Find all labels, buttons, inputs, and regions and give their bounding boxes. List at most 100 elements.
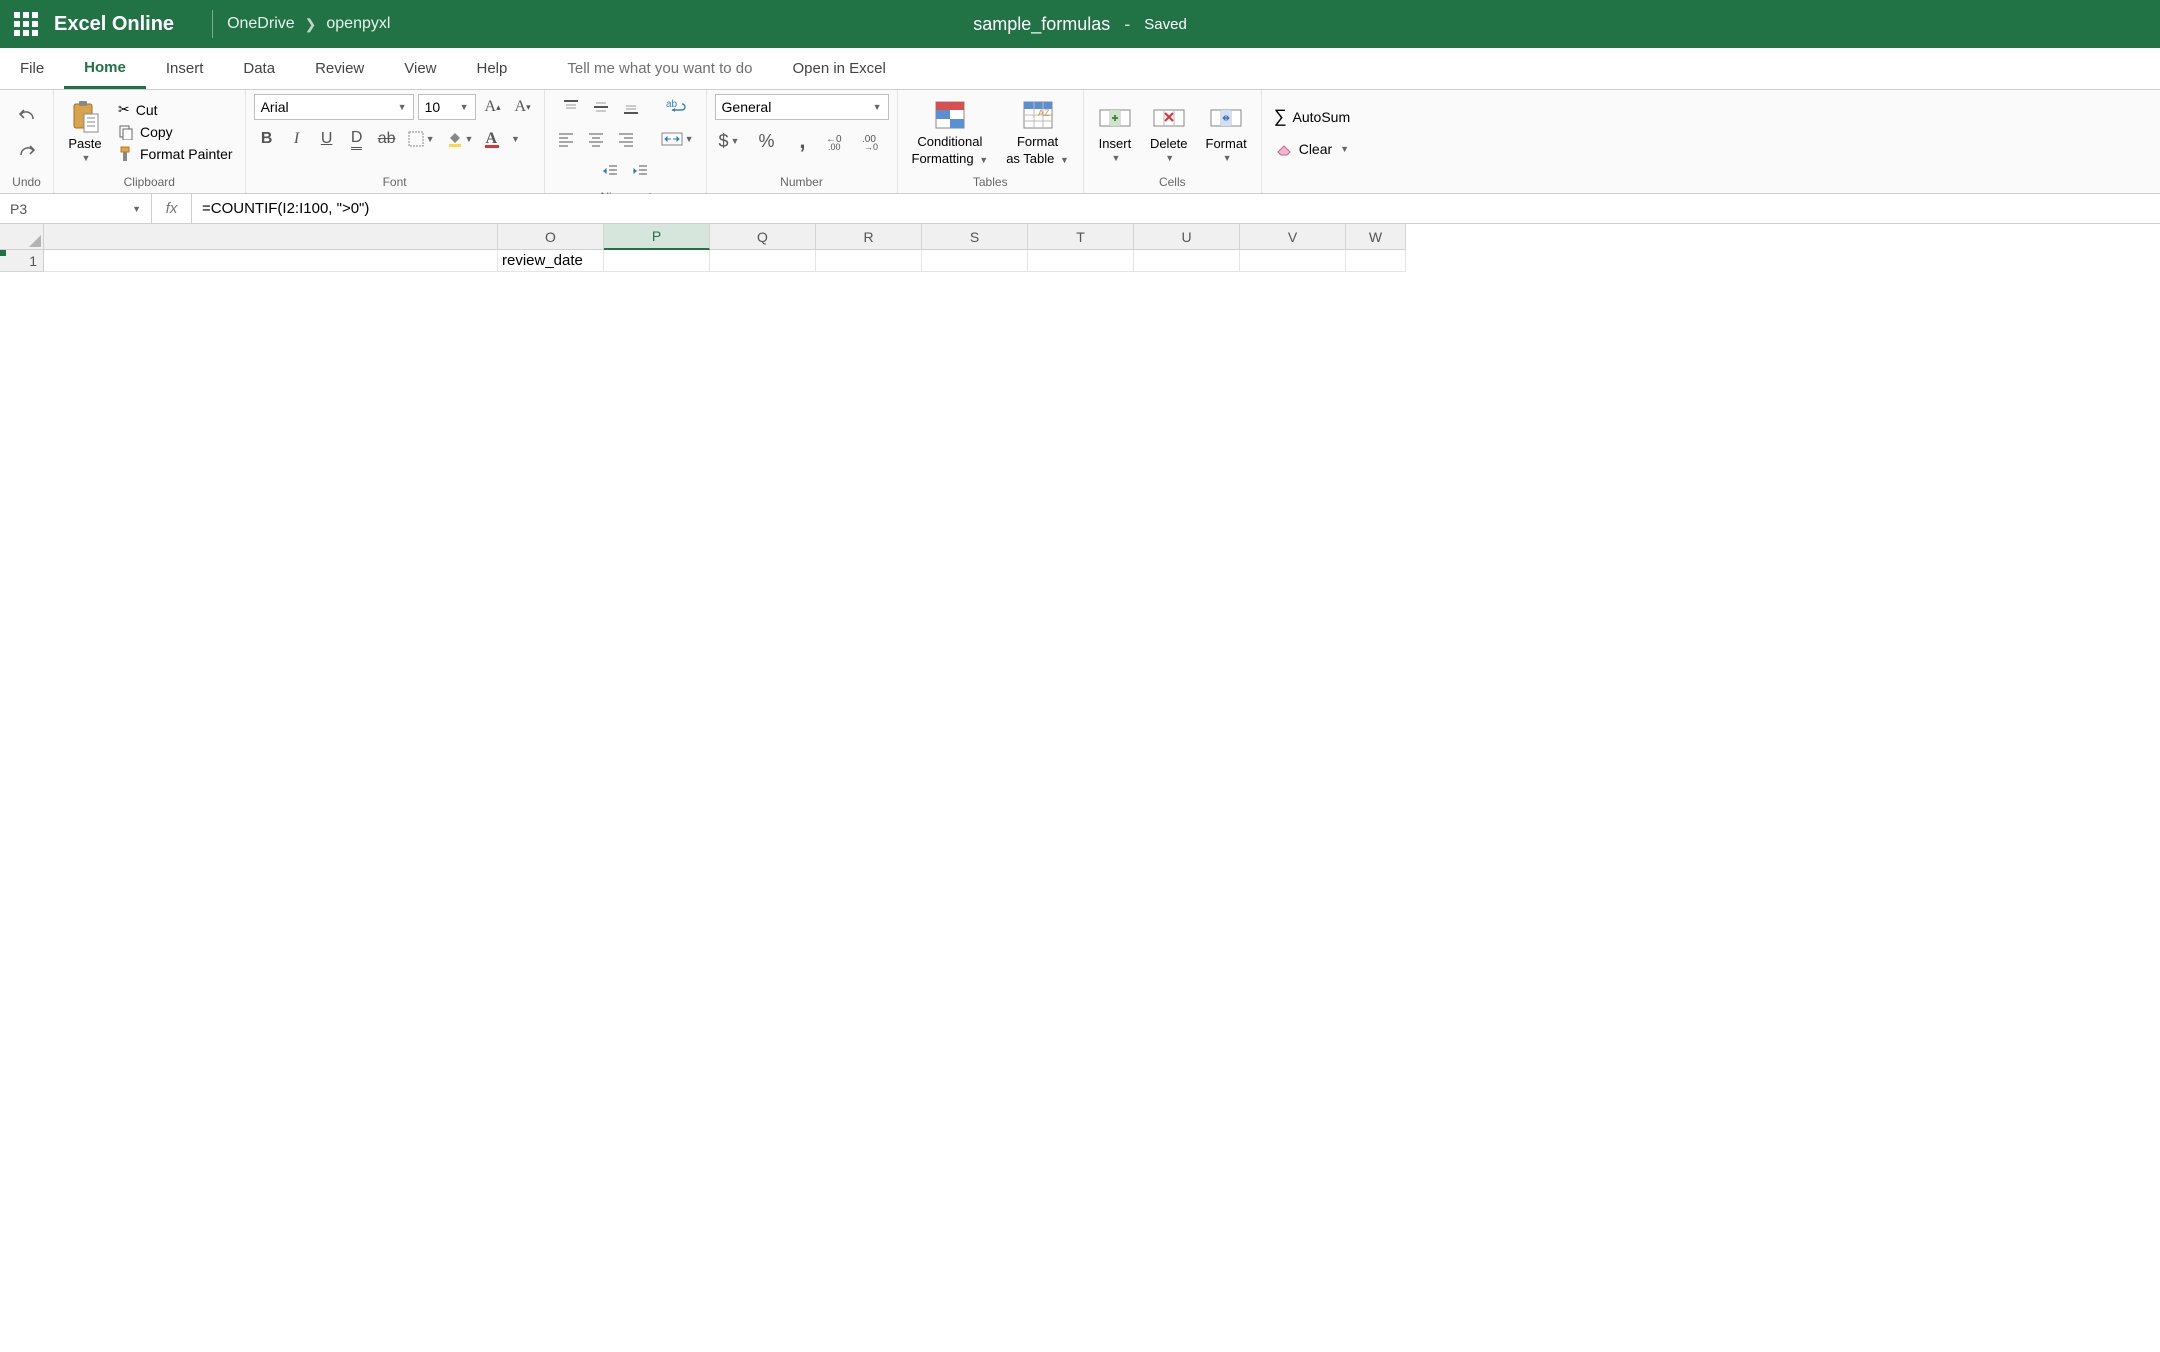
eraser-icon [1275,142,1293,156]
formula-input[interactable] [192,194,2160,223]
redo-button[interactable] [14,137,40,163]
select-all-corner[interactable] [0,224,44,250]
svg-text:.00: .00 [828,142,841,150]
clear-button[interactable]: Clear▼ [1271,139,1353,159]
menu-item-view[interactable]: View [384,48,456,89]
align-middle-button[interactable] [588,94,614,120]
merge-cells-button[interactable]: ▼ [657,126,698,152]
number-format-select[interactable]: General▼ [715,94,889,120]
ribbon: Undo Paste ▼ ✂Cut Copy Format Painter Cl… [0,90,2160,194]
group-label-undo: Undo [0,173,53,193]
italic-button[interactable]: I [284,126,310,152]
wrap-text-button[interactable]: ab [662,94,692,120]
chevron-down-icon: ▼ [1223,153,1232,163]
document-title-area: sample_formulas - Saved [973,14,1187,35]
paste-button[interactable]: Paste ▼ [62,98,108,165]
format-cells-icon [1209,100,1243,134]
format-as-table-button[interactable]: AZ↓ Format as Table ▼ [1000,96,1075,168]
chevron-down-icon: ▼ [979,155,988,165]
delete-cells-button[interactable]: Delete▼ [1144,98,1194,165]
cell[interactable] [1134,250,1240,272]
chevron-down-icon: ▼ [1340,144,1349,154]
column-header[interactable] [44,224,498,250]
bold-button[interactable]: B [254,126,280,152]
cell[interactable] [922,250,1028,272]
cell[interactable] [816,250,922,272]
column-header[interactable]: W [1346,224,1406,250]
increase-decimal-button[interactable]: ←0.00 [825,128,851,154]
menu-item-data[interactable]: Data [223,48,295,89]
cell[interactable] [1240,250,1346,272]
chevron-right-icon: ❯ [305,16,317,33]
conditional-formatting-icon [933,98,967,132]
cell[interactable] [604,250,710,272]
column-header[interactable]: Q [710,224,816,250]
borders-button[interactable]: ▼ [404,126,439,152]
font-size-select[interactable]: 10▼ [418,94,476,120]
fx-icon[interactable]: fx [152,194,192,223]
open-in-excel-button[interactable]: Open in Excel [792,48,885,89]
insert-cells-button[interactable]: Insert▼ [1092,98,1138,165]
grow-font-button[interactable]: A▴ [480,94,506,120]
fill-color-button[interactable]: ▼ [443,126,478,152]
menu-item-home[interactable]: Home [64,48,146,89]
column-header[interactable]: V [1240,224,1346,250]
column-header[interactable]: O [498,224,604,250]
strikethrough-button[interactable]: ab [374,126,400,152]
menu-item-help[interactable]: Help [457,48,528,89]
align-bottom-button[interactable] [618,94,644,120]
align-top-button[interactable] [558,94,584,120]
accounting-format-button[interactable]: $▼ [715,128,744,154]
app-launcher-icon[interactable] [14,12,38,36]
chevron-down-icon: ▼ [1111,153,1120,163]
comma-format-button[interactable]: , [789,128,815,154]
cut-button[interactable]: ✂Cut [114,99,237,120]
column-header[interactable]: U [1134,224,1240,250]
group-label-font: Font [246,173,544,193]
format-painter-button[interactable]: Format Painter [114,144,237,164]
conditional-formatting-button[interactable]: Conditional Formatting ▼ [906,96,995,168]
autosum-button[interactable]: ∑AutoSum [1270,104,1354,129]
cell[interactable] [710,250,816,272]
document-title[interactable]: sample_formulas [973,14,1110,35]
cell[interactable] [1028,250,1134,272]
column-header[interactable]: T [1028,224,1134,250]
breadcrumb-item[interactable]: openpyxl [326,15,390,33]
decrease-decimal-button[interactable]: .00→0 [861,128,887,154]
percent-format-button[interactable]: % [753,128,779,154]
name-box[interactable]: P3 ▼ [0,194,152,223]
font-name-select[interactable]: Arial▼ [254,94,414,120]
underline-button[interactable]: U [314,126,340,152]
undo-button[interactable] [14,101,40,127]
svg-text:AZ↓: AZ↓ [1038,108,1054,118]
chevron-down-icon: ▼ [685,134,694,144]
increase-indent-button[interactable] [627,158,653,184]
copy-button[interactable]: Copy [114,122,237,142]
row-header[interactable]: 1 [0,250,44,272]
cell[interactable]: review_date [498,250,604,272]
decrease-indent-button[interactable] [597,158,623,184]
chevron-down-icon: ▼ [82,153,91,163]
font-color-button[interactable]: A▼ [481,126,523,152]
paintbrush-icon [118,146,134,162]
tell-me-search[interactable]: Tell me what you want to do [567,48,752,89]
formula-bar: P3 ▼ fx [0,194,2160,224]
format-cells-button[interactable]: Format▼ [1200,98,1253,165]
double-underline-button[interactable]: D [344,126,370,152]
align-left-button[interactable] [553,126,579,152]
cell[interactable] [44,250,498,272]
title-bar: Excel Online OneDrive ❯ openpyxl sample_… [0,0,2160,48]
column-header[interactable]: S [922,224,1028,250]
paste-icon [68,100,102,134]
align-right-button[interactable] [613,126,639,152]
menu-item-insert[interactable]: Insert [146,48,224,89]
shrink-font-button[interactable]: A▾ [510,94,536,120]
menu-item-file[interactable]: File [0,48,64,89]
breadcrumb-item[interactable]: OneDrive [227,15,295,33]
align-center-button[interactable] [583,126,609,152]
paste-label: Paste [68,136,101,151]
cell[interactable] [1346,250,1406,272]
menu-item-review[interactable]: Review [295,48,384,89]
column-header[interactable]: P [604,224,710,250]
column-header[interactable]: R [816,224,922,250]
